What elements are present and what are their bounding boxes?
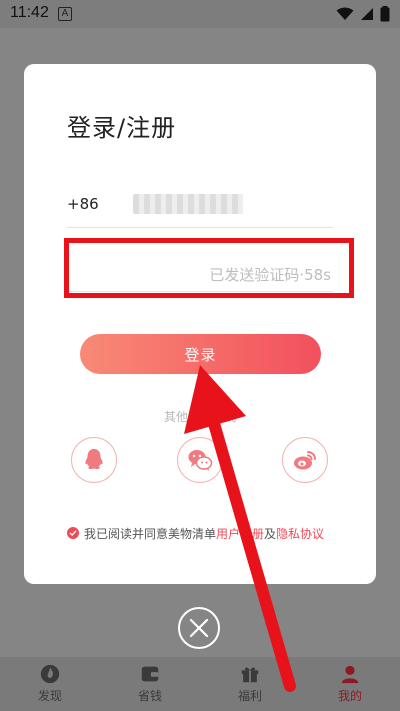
nav-item-mine[interactable]: 我的 — [300, 657, 400, 711]
weibo-login-button[interactable] — [282, 437, 328, 483]
user-agreement-link[interactable]: 用户注册 — [216, 525, 264, 542]
qq-icon — [85, 449, 103, 470]
status-time: 11:42 — [10, 4, 49, 21]
wallet-icon — [141, 666, 159, 682]
country-code[interactable]: +86 — [67, 195, 99, 213]
signal-icon — [361, 8, 373, 20]
status-bar: 11:42 A — [0, 0, 400, 28]
user-icon — [341, 665, 359, 684]
nav-label: 省钱 — [137, 689, 162, 703]
login-button[interactable]: 登录 — [80, 334, 321, 374]
nav-item-benefits[interactable]: 福利 — [200, 657, 300, 711]
weibo-icon — [294, 451, 316, 470]
other-login-methods-label: 其他登录方式 — [163, 410, 236, 424]
nav-item-discover[interactable]: 发现 — [0, 657, 100, 711]
phone-field[interactable]: +86 — [67, 192, 333, 228]
notification-icon: A — [58, 7, 72, 21]
nav-label: 福利 — [237, 689, 262, 703]
privacy-policy-link[interactable]: 隐私协议 — [276, 525, 324, 542]
wifi-icon — [336, 7, 354, 20]
nav-item-save-money[interactable]: 省钱 — [100, 657, 200, 711]
login-dialog: 登录/注册 +86 已发送验证码·58s 登录 其他登录方式 我已阅读并同意美物… — [24, 64, 376, 584]
nav-label: 发现 — [37, 689, 62, 703]
wechat-icon — [188, 450, 213, 471]
agreement-text: 我已阅读并同意美物清单 — [84, 526, 217, 541]
wechat-login-button[interactable] — [177, 437, 223, 483]
close-dialog-button[interactable] — [178, 607, 220, 649]
dialog-title: 登录/注册 — [67, 114, 177, 142]
agreement-row: 我已阅读并同意美物清单 用户注册 及 隐私协议 — [67, 525, 324, 541]
checkbox-checked-icon[interactable] — [67, 527, 79, 539]
annotation-highlight-box — [64, 238, 354, 298]
agreement-conjunction: 及 — [264, 526, 277, 541]
nav-label: 我的 — [337, 689, 362, 703]
battery-icon — [380, 6, 390, 22]
fire-icon — [40, 664, 60, 684]
gift-icon — [241, 667, 259, 683]
status-indicators — [336, 6, 390, 22]
phone-number-blurred[interactable] — [133, 194, 243, 214]
qq-login-button[interactable] — [71, 437, 117, 483]
close-icon — [189, 618, 209, 638]
bottom-nav: 发现 省钱 福利 我的 — [0, 657, 400, 711]
